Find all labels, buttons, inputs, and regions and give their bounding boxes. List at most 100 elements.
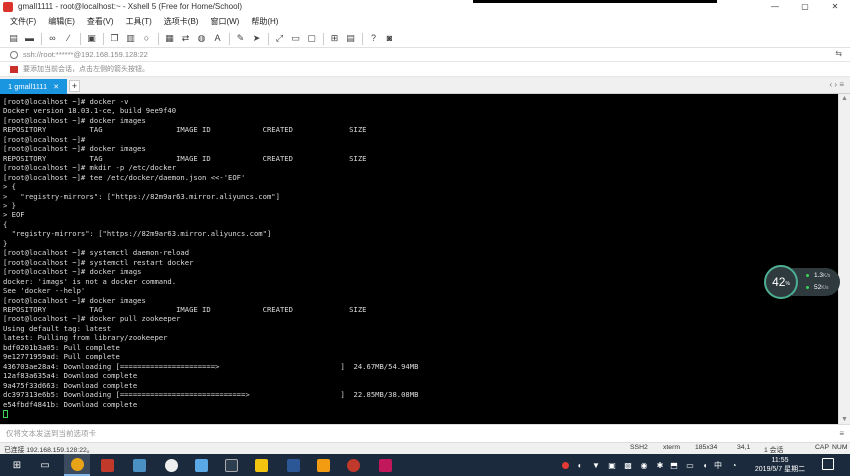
display-icon[interactable]: ▭ xyxy=(684,454,696,476)
compose-icon[interactable]: ⊞ xyxy=(329,33,340,44)
send-icon[interactable]: ➤ xyxy=(251,33,262,44)
menu-view[interactable]: 查看(V) xyxy=(81,16,120,27)
word-icon[interactable] xyxy=(280,454,306,476)
hint-text: 要添加当前会话，点击左侧的箭头按钮。 xyxy=(23,66,149,73)
notification-icon[interactable] xyxy=(822,458,834,470)
memory-usage-circle[interactable]: 42% xyxy=(764,265,798,299)
tab-nav-arrows-icon[interactable]: ‹ › ≡ xyxy=(830,80,844,89)
window-controls: — ▢ ✕ xyxy=(760,0,850,13)
terminal-line: [root@localhost ~]# docker images xyxy=(3,115,146,125)
upload-dot-icon xyxy=(806,273,809,277)
message-icon[interactable]: ◙ xyxy=(384,33,395,44)
tray-vpn-icon[interactable]: ▼ xyxy=(590,454,602,476)
menu-edit[interactable]: 编辑(E) xyxy=(42,16,81,27)
disconnect-icon[interactable]: ⁄ xyxy=(63,33,74,44)
title-overlay-bar xyxy=(473,0,717,3)
terminal-line: [root@localhost ~]# systemctl daemon-rel… xyxy=(3,248,190,258)
bookmark-icon[interactable] xyxy=(10,65,18,73)
toolbar-divider xyxy=(229,32,230,45)
tab-close-icon[interactable]: ✕ xyxy=(53,83,59,91)
terminal-line: [root@localhost ~]# docker images xyxy=(3,144,146,154)
terminal-line: } xyxy=(3,238,8,248)
xshell-taskbar-icon[interactable] xyxy=(94,454,120,476)
tab-session[interactable]: 1 gmall1111 ✕ xyxy=(0,79,67,94)
task-view-icon[interactable]: ▭ xyxy=(32,454,58,476)
app-taskbar-icon[interactable] xyxy=(126,454,152,476)
toolbar: ▤ ▬ ∞ ⁄ ▣ ❐ ▥ ○ ▦ ⇄ ◍ A ✎ ➤ ⤢ ▭ ▢ ⊞ ▤ ? … xyxy=(0,30,850,48)
menu-window[interactable]: 窗口(W) xyxy=(204,16,245,27)
terminal-line: bdf0201b3a05: Pull complete xyxy=(3,342,120,352)
address-bar[interactable]: ssh://root:******@192.168.159.128:22 ⇆ xyxy=(0,48,850,62)
network-tray-icon[interactable]: ⬒ xyxy=(668,454,680,476)
tray-extra-icon[interactable]: ◔ xyxy=(728,454,740,476)
scroll-down-icon[interactable]: ▼ xyxy=(841,416,848,423)
terminal-scrollbar[interactable]: ▲ ▼ xyxy=(838,94,850,424)
add-tab-button[interactable]: + xyxy=(69,80,80,92)
print-icon[interactable]: ▦ xyxy=(164,33,175,44)
layout-icon[interactable]: ▤ xyxy=(345,33,356,44)
link-icon[interactable]: ∞ xyxy=(47,33,58,44)
network-speed-widget[interactable]: 1.3K/s 52K/s 42% xyxy=(764,265,840,299)
feather-icon[interactable] xyxy=(188,454,214,476)
taskbar-clock[interactable]: 11:55 2019/5/7 星期二 xyxy=(750,456,810,474)
terminal-taskbar-icon[interactable] xyxy=(218,454,244,476)
wechat-icon[interactable] xyxy=(158,454,184,476)
ime-indicator[interactable]: 中 xyxy=(712,454,724,476)
tray-nvidia-icon[interactable]: ▩ xyxy=(622,454,634,476)
terminal-cursor-line xyxy=(3,409,418,418)
folder-icon[interactable] xyxy=(248,454,274,476)
lock-icon[interactable]: ▢ xyxy=(306,33,317,44)
scroll-up-icon[interactable]: ▲ xyxy=(841,95,848,102)
send-menu-icon[interactable]: ≡ xyxy=(839,429,844,438)
minimize-button[interactable]: — xyxy=(760,0,790,13)
tray-wechat-icon[interactable]: ◉ xyxy=(638,454,650,476)
address-text[interactable]: ssh://root:******@192.168.159.128:22 xyxy=(23,50,148,59)
properties-icon[interactable]: ▣ xyxy=(86,33,97,44)
new-session-icon[interactable]: ▤ xyxy=(8,33,19,44)
chrome-icon[interactable] xyxy=(64,454,90,476)
menu-help[interactable]: 帮助(H) xyxy=(245,16,284,27)
menu-tools[interactable]: 工具(T) xyxy=(120,16,158,27)
terminal-line: "registry-mirrors": ["https://82m9ar63.m… xyxy=(3,229,272,239)
bluetooth-icon[interactable]: ✱ xyxy=(654,454,666,476)
copy-icon[interactable]: ❐ xyxy=(109,33,120,44)
terminal-area[interactable]: [root@localhost ~]# docker -v Docker ver… xyxy=(0,94,838,424)
globe-icon[interactable]: ◍ xyxy=(196,33,207,44)
xshell2-taskbar-icon[interactable] xyxy=(340,454,366,476)
terminal-line: 9e12771959ad: Pull complete xyxy=(3,352,120,362)
app2-taskbar-icon[interactable] xyxy=(310,454,336,476)
tray-shield-icon[interactable]: ◐ xyxy=(574,454,586,476)
send-bar[interactable]: 仅将文本发送到当前选项卡 ≡ xyxy=(0,424,850,442)
terminal-line: [root@localhost ~]# docker images xyxy=(3,295,146,305)
menu-tab[interactable]: 选项卡(B) xyxy=(158,16,205,27)
status-terminal-type: xterm xyxy=(663,444,680,451)
terminal-line: [root@localhost ~]# docker imags xyxy=(3,267,142,277)
font-icon[interactable]: A xyxy=(212,33,223,44)
idea-icon[interactable] xyxy=(372,454,398,476)
close-button[interactable]: ✕ xyxy=(820,0,850,13)
status-connection: 已连接 192.168.159.128:22。 xyxy=(4,447,94,454)
find-icon[interactable]: ○ xyxy=(141,33,152,44)
tray-app-icon[interactable]: ▣ xyxy=(606,454,618,476)
script-icon[interactable]: ✎ xyxy=(235,33,246,44)
terminal-line: [root@localhost ~]# mkdir -p /etc/docker xyxy=(3,163,177,173)
upload-speed: 1.3K/s xyxy=(806,272,830,279)
transfer-icon[interactable]: ⇄ xyxy=(180,33,191,44)
download-speed: 52K/s xyxy=(806,284,828,291)
maximize-button[interactable]: ▢ xyxy=(790,0,820,13)
keyboard-icon[interactable]: ▭ xyxy=(290,33,301,44)
terminal-line: { xyxy=(3,219,8,229)
clock-date: 2019/5/7 星期二 xyxy=(754,466,806,473)
help-icon[interactable]: ? xyxy=(368,33,379,44)
open-folder-icon[interactable]: ▬ xyxy=(24,33,35,44)
windows-start-icon[interactable]: ⊞ xyxy=(4,454,30,476)
expand-icon[interactable]: ⤢ xyxy=(274,33,285,44)
paste-icon[interactable]: ▥ xyxy=(125,33,136,44)
menu-file[interactable]: 文件(F) xyxy=(0,16,42,27)
address-nav-arrows-icon[interactable]: ⇆ xyxy=(835,49,842,58)
tray-record-icon[interactable] xyxy=(560,454,570,476)
volume-icon[interactable]: ◖ xyxy=(699,454,711,476)
send-input[interactable]: 仅将文本发送到当前选项卡 xyxy=(6,428,96,439)
toolbar-divider xyxy=(362,32,363,45)
terminal-line: > { xyxy=(3,182,16,192)
